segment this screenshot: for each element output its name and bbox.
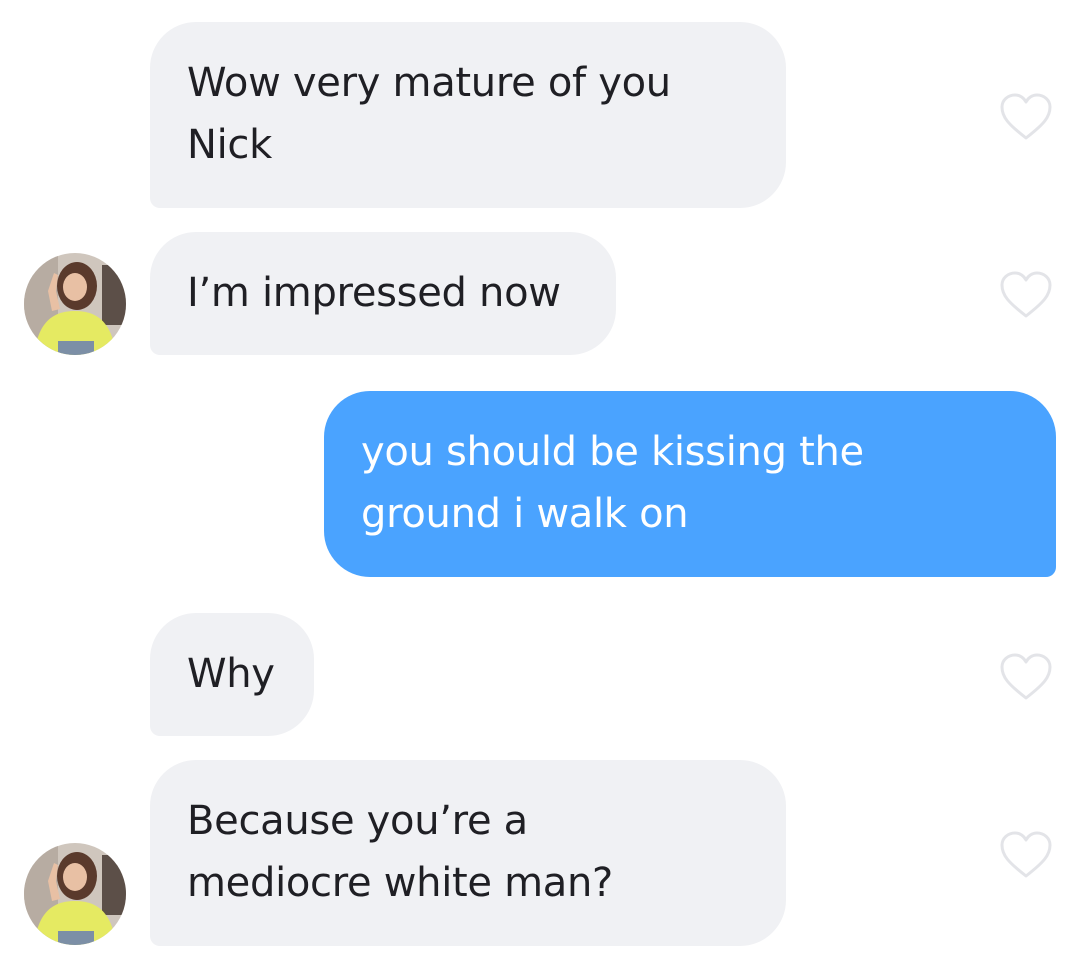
message-bubble-incoming[interactable]: Because you’re a mediocre white man? [150, 760, 786, 946]
heart-outline-icon[interactable] [998, 830, 1054, 880]
heart-outline-icon[interactable] [998, 652, 1054, 702]
heart-outline-icon[interactable] [998, 270, 1054, 320]
avatar[interactable] [24, 253, 126, 355]
heart-outline-icon[interactable] [998, 92, 1054, 142]
message-bubble-incoming[interactable]: Why [150, 613, 314, 736]
avatar[interactable] [24, 843, 126, 945]
message-bubble-outgoing[interactable]: you should be kissing the ground i walk … [324, 391, 1056, 577]
message-bubble-incoming[interactable]: I’m impressed now [150, 232, 616, 355]
message-bubble-incoming[interactable]: Wow very mature of you Nick [150, 22, 786, 208]
